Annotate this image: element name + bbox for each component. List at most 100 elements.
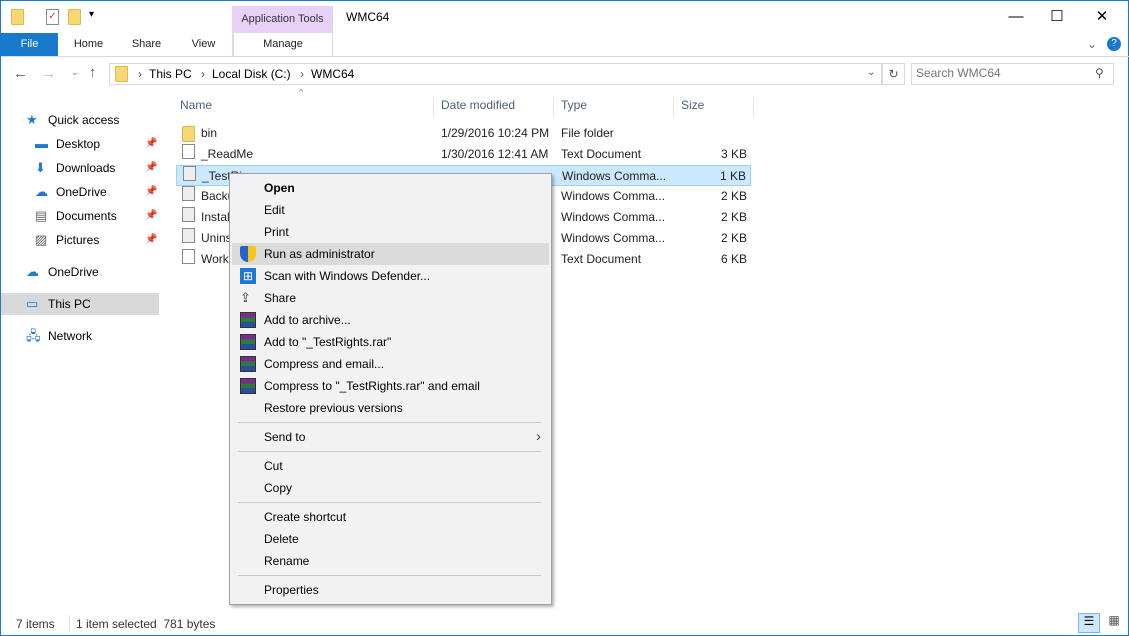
cmd-file-icon [182, 207, 195, 222]
menu-item[interactable]: Create shortcut [232, 506, 549, 528]
column-header-size[interactable]: Size [674, 97, 754, 117]
nav-item[interactable]: ▭ This PC [1, 293, 159, 315]
file-type: Text Document [561, 147, 642, 161]
menu-item[interactable]: ⊞ Scan with Windows Defender... [232, 265, 549, 287]
nav-item[interactable]: ☁ OneDrive [1, 261, 159, 283]
file-type: Windows Comma... [561, 189, 666, 203]
menu-item[interactable]: Open [232, 177, 549, 199]
folder-icon[interactable] [11, 9, 24, 25]
column-header-type[interactable]: Type [554, 97, 674, 117]
menu-item[interactable]: Send to › [232, 426, 549, 448]
nav-label: OneDrive [48, 265, 99, 279]
menu-separator [238, 575, 541, 576]
nav-item[interactable]: 🖧 Network [1, 325, 159, 347]
menu-item[interactable]: Edit [232, 199, 549, 221]
folder-icon [115, 66, 128, 82]
pin-icon[interactable]: 📌 [145, 181, 157, 203]
pin-icon[interactable]: 📌 [145, 133, 157, 155]
file-date: 1/29/2016 10:24 PM [441, 126, 550, 140]
close-button[interactable]: ✕ [1079, 1, 1125, 33]
menu-item[interactable]: Cut [232, 455, 549, 477]
menu-item[interactable]: Restore previous versions [232, 397, 549, 419]
column-header-name[interactable]: Name [173, 97, 434, 117]
pin-icon[interactable]: 📌 [145, 205, 157, 227]
nav-label: Network [48, 329, 93, 343]
tab-view[interactable]: View [176, 33, 231, 56]
nav-item[interactable]: ⬇ Downloads 📌 [1, 157, 159, 179]
properties-icon[interactable]: ✓ [46, 9, 59, 25]
search-box[interactable]: ⚲ [911, 63, 1114, 85]
menu-item[interactable]: Rename [232, 550, 549, 572]
file-size: 3 KB [720, 147, 747, 161]
menu-item[interactable]: Print [232, 221, 549, 243]
nav-item[interactable]: ▨ Pictures 📌 [1, 229, 159, 251]
pin-icon[interactable]: 📌 [145, 229, 157, 251]
breadcrumb-this-pc[interactable]: This PC [149, 67, 192, 81]
menu-item[interactable]: Properties [232, 579, 549, 601]
menu-item[interactable]: Delete [232, 528, 549, 550]
menu-item-label: Open [264, 181, 295, 195]
help-button[interactable]: ? [1107, 37, 1121, 51]
file-size: 2 KB [720, 210, 747, 224]
tab-file[interactable]: File [1, 33, 58, 56]
address-bar[interactable]: › This PC › Local Disk (C:) › WMC64 ⌄ [109, 63, 882, 85]
pin-icon[interactable]: 📌 [145, 157, 157, 179]
up-button[interactable]: ↑ [89, 64, 97, 81]
search-input[interactable] [916, 66, 1086, 80]
menu-item-label: Create shortcut [264, 510, 347, 524]
details-view-button[interactable]: ☰ [1078, 613, 1100, 633]
nav-item[interactable]: ▤ Documents 📌 [1, 205, 159, 227]
tab-manage[interactable]: Manage [233, 33, 333, 56]
new-folder-icon[interactable] [68, 9, 81, 25]
refresh-button[interactable]: ↻ [882, 63, 905, 85]
menu-item[interactable]: Compress and email... [232, 353, 549, 375]
nav-label: Quick access [48, 113, 120, 127]
breadcrumb-local-disk[interactable]: Local Disk (C:) [212, 67, 291, 81]
menu-item[interactable]: Copy [232, 477, 549, 499]
winrar-icon [240, 378, 256, 394]
text-file-icon [182, 144, 195, 159]
file-type: Windows Comma... [561, 231, 666, 245]
nav-label: Pictures [56, 233, 100, 247]
menu-item-label: Compress and email... [264, 357, 385, 371]
menu-item[interactable]: Add to archive... [232, 309, 549, 331]
file-name: Unins [201, 231, 232, 245]
ribbon-divider [1, 56, 1129, 57]
breadcrumb-wmc64[interactable]: WMC64 [311, 67, 354, 81]
file-name: _ReadMe [201, 147, 254, 161]
computer-icon: ▭ [26, 296, 39, 311]
minimize-button[interactable]: — [993, 1, 1039, 33]
nav-item[interactable]: ☁ OneDrive 📌 [1, 181, 159, 203]
back-button[interactable]: ← [13, 65, 28, 82]
menu-item[interactable]: Add to "_TestRights.rar" [232, 331, 549, 353]
chevron-icon: › [138, 67, 142, 81]
network-icon: 🖧 [26, 328, 41, 343]
tab-home[interactable]: Home [61, 33, 116, 56]
nav-label: OneDrive [56, 185, 107, 199]
winrar-icon [240, 334, 256, 350]
chevron-icon: › [300, 67, 304, 81]
column-header-date[interactable]: Date modified [434, 97, 554, 117]
large-icons-view-button[interactable]: ▦ [1103, 613, 1125, 633]
nav-item[interactable]: ▬ Desktop 📌 [1, 133, 159, 155]
customize-toolbar-icon[interactable]: ▾ [89, 9, 94, 20]
address-dropdown-icon[interactable]: ⌄ [867, 67, 875, 78]
file-row[interactable]: bin 1/29/2016 10:24 PM File folder [176, 123, 751, 144]
menu-item-label: Restore previous versions [264, 401, 403, 415]
menu-item[interactable]: ⇪ Share [232, 287, 549, 309]
menu-item[interactable]: Compress to "_TestRights.rar" and email [232, 375, 549, 397]
star-icon: ★ [26, 112, 38, 127]
nav-item[interactable]: ★ Quick access [1, 109, 159, 131]
tab-share[interactable]: Share [119, 33, 174, 56]
forward-button[interactable]: → [41, 65, 56, 82]
file-row[interactable]: _ReadMe 1/30/2016 12:41 AM Text Document… [176, 144, 751, 165]
file-name: bin [201, 126, 218, 140]
collapse-ribbon-button[interactable]: ⌄ [1087, 37, 1097, 51]
menu-separator [238, 451, 541, 452]
maximize-button[interactable]: ☐ [1034, 1, 1080, 33]
file-type: Windows Comma... [562, 169, 667, 183]
quick-access-toolbar: ✓ ▾ [11, 9, 94, 28]
menu-item-label: Share [264, 291, 297, 305]
recent-locations-button[interactable]: ⌄ [71, 67, 79, 78]
menu-item[interactable]: Run as administrator [232, 243, 549, 265]
